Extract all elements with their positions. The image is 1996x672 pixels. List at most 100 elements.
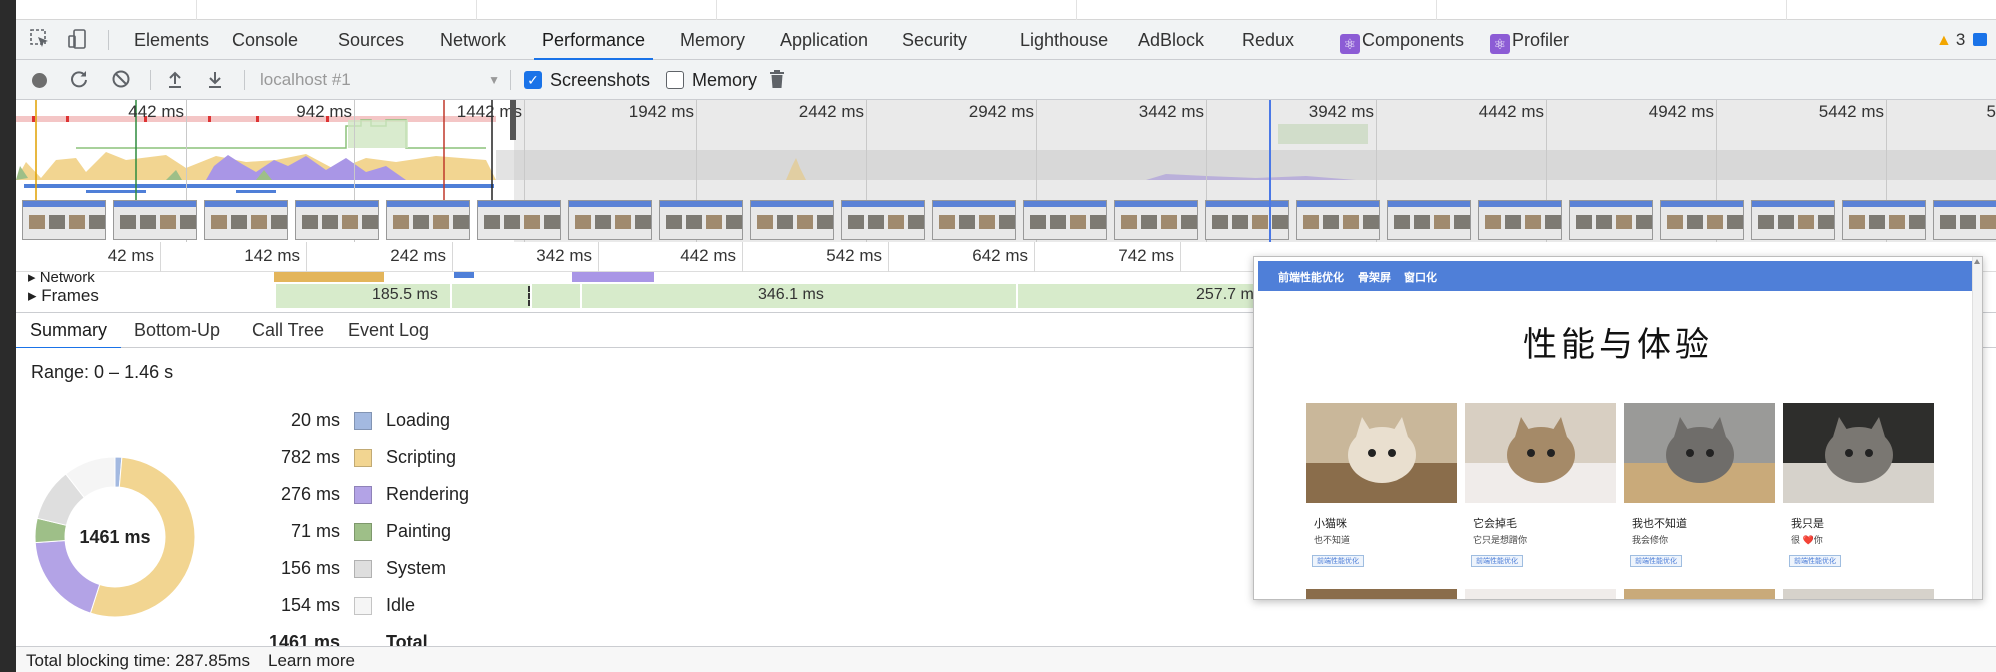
tab-adblock[interactable]: AdBlock [1138, 20, 1204, 60]
filmstrip-frame[interactable] [113, 200, 197, 240]
toolbar-divider [108, 30, 109, 50]
details-tab-summary[interactable]: Summary [16, 313, 122, 350]
overview-tick-label: 2942 ms [968, 102, 1034, 121]
details-tab-call-tree[interactable]: Call Tree [252, 313, 324, 349]
filmstrip-frame[interactable] [295, 200, 379, 240]
filmstrip-frame[interactable] [1751, 200, 1835, 240]
legend-value: 156 ms [280, 558, 340, 578]
filmstrip-frame[interactable] [1478, 200, 1562, 240]
tab-lighthouse[interactable]: Lighthouse [1020, 20, 1108, 60]
preview-card: 我只是很 ❤️你 前端性能优化 [1783, 403, 1934, 599]
legend-row: 71 ms Painting [186, 521, 586, 545]
overview-tick-label: 4442 ms [1478, 102, 1544, 121]
legend-row: 156 ms System [186, 558, 586, 582]
card-tag: 前端性能优化 [1789, 555, 1841, 567]
filmstrip-frame[interactable] [841, 200, 925, 240]
summary-pie-chart: 1461 ms [30, 452, 200, 622]
frame-divider [530, 284, 532, 308]
filmstrip-frame[interactable] [1933, 200, 1996, 240]
clear-icon[interactable] [110, 69, 132, 91]
toolbar-divider [244, 70, 245, 90]
overview-tick-label: 942 ms [296, 102, 352, 121]
filmstrip-frame[interactable] [1387, 200, 1471, 240]
ruler-tick-label: 542 ms [826, 246, 882, 265]
details-tab-label: Bottom-Up [134, 320, 221, 340]
save-profile-icon[interactable] [204, 69, 226, 91]
scroll-up-icon [1974, 259, 1980, 264]
filmstrip-frame[interactable] [568, 200, 652, 240]
filmstrip-frame[interactable] [1569, 200, 1653, 240]
memory-checkbox[interactable] [666, 71, 684, 89]
next-row-photo [1465, 589, 1616, 599]
tab-components[interactable]: ⚛ Components [1340, 20, 1464, 60]
tab-elements[interactable]: Elements [134, 20, 209, 60]
target-select[interactable]: localhost #1 ▼ [260, 69, 500, 91]
load-profile-icon[interactable] [164, 69, 186, 91]
filmstrip-frame[interactable] [659, 200, 743, 240]
ruler-tick [1034, 242, 1035, 272]
filmstrip-frame[interactable] [1842, 200, 1926, 240]
tab-profiler[interactable]: ⚛ Profiler [1490, 20, 1569, 60]
filmstrip-frame[interactable] [1114, 200, 1198, 240]
filmstrip-frame[interactable] [22, 200, 106, 240]
learn-more-link[interactable]: Learn more [268, 651, 355, 671]
filmstrip-frame[interactable] [1660, 200, 1744, 240]
reload-profile-icon[interactable] [68, 69, 90, 91]
record-button[interactable] [32, 73, 47, 88]
tab-sources[interactable]: Sources [338, 20, 404, 60]
next-row-photo [1783, 589, 1934, 599]
selection-handle[interactable] [510, 100, 516, 140]
ruler-tick [888, 242, 889, 272]
preview-title: 性能与体验 [1523, 325, 1713, 365]
tab-security[interactable]: Security [902, 20, 967, 60]
filmstrip-frame[interactable] [1205, 200, 1289, 240]
ruler-tick [452, 242, 453, 272]
tab-label: Redux [1242, 30, 1295, 50]
frame-duration: 346.1 ms [758, 286, 824, 303]
card-title: 我也不知道 [1632, 518, 1687, 530]
filmstrip-frame[interactable] [750, 200, 834, 240]
filmstrip-frame[interactable] [1296, 200, 1380, 240]
preview-nav-item: 骨架屏 [1358, 272, 1391, 284]
frames-track-label: ▸ Frames [28, 286, 99, 305]
network-label-text: Network [39, 272, 95, 282]
screenshot-preview-popover: 前端性能优化 骨架屏 窗口化 性能与体验 小猫咪 也不知道 前端性能优化 它会掉毛 它只… [1253, 256, 1983, 600]
filmstrip-frame[interactable] [1023, 200, 1107, 240]
target-select-value: localhost #1 [260, 70, 351, 89]
preview-card: 我也不知道 我会修你 前端性能优化 [1624, 403, 1775, 599]
preview-nav-item: 窗口化 [1404, 272, 1437, 284]
tab-performance[interactable]: Performance [534, 20, 654, 61]
screenshot-filmstrip[interactable] [16, 200, 1996, 242]
filmstrip-frame[interactable] [932, 200, 1016, 240]
warnings-count: 3 [1955, 30, 1966, 49]
status-bar: Total blocking time: 287.85ms Learn more [16, 646, 1996, 672]
timeline-overview[interactable]: 442 ms 942 ms 1442 ms 1942 ms 2442 ms 2942 ms… [16, 100, 1996, 242]
filmstrip-frame[interactable] [204, 200, 288, 240]
tab-console[interactable]: Console [232, 20, 298, 60]
trash-icon[interactable] [766, 69, 788, 91]
ruler-tick-label: 342 ms [536, 246, 592, 265]
device-toolbar-icon[interactable] [66, 28, 90, 52]
ruler-tick-label: 42 ms [107, 246, 154, 265]
overview-tick-label: 442 ms [128, 102, 184, 121]
filmstrip-frame[interactable] [477, 200, 561, 240]
overview-tick-label: 4942 ms [1648, 102, 1714, 121]
tab-network[interactable]: Network [440, 20, 506, 60]
message-icon [1973, 33, 1988, 46]
tab-label: Elements [134, 30, 210, 50]
filmstrip-frame[interactable] [386, 200, 470, 240]
devtools-tabbar: Elements Console Sources Network Performance… [16, 20, 1996, 61]
tab-redux[interactable]: Redux [1242, 20, 1294, 60]
issues-counter[interactable]: ▲ 3 [1936, 20, 1988, 60]
legend-total-row: 1461 ms Total [186, 632, 586, 646]
overview-tick-label: 5 [1986, 102, 1996, 121]
details-tab-event-log[interactable]: Event Log [348, 313, 429, 349]
inspect-element-icon[interactable] [28, 28, 52, 52]
card-tag: 前端性能优化 [1471, 555, 1523, 567]
tab-memory[interactable]: Memory [680, 20, 745, 60]
screenshots-checkbox[interactable]: ✓ [524, 71, 542, 89]
warning-icon: ▲ [1936, 32, 1952, 49]
details-tab-bottom-up[interactable]: Bottom-Up [134, 313, 220, 349]
preview-card: 它会掉毛 它只是想蹭你 前端性能优化 [1465, 403, 1616, 599]
tab-application[interactable]: Application [780, 20, 868, 60]
